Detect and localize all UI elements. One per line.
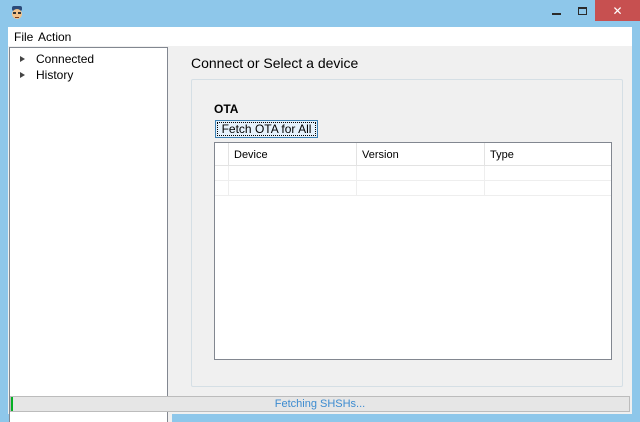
app-window: ✕ File Action Connected History Connect … (0, 0, 640, 422)
fetch-ota-button[interactable]: Fetch OTA for All (215, 120, 318, 138)
close-icon: ✕ (612, 3, 623, 18)
column-header-version[interactable]: Version (356, 143, 484, 166)
tree-node-history[interactable]: History (20, 67, 73, 83)
title-bar[interactable]: ✕ (0, 0, 640, 27)
triangle-right-icon[interactable] (20, 72, 25, 78)
client-area: File Action Connected History Connect or… (8, 27, 632, 422)
close-button[interactable]: ✕ (595, 0, 640, 21)
ota-label: OTA (214, 102, 239, 116)
minimize-button[interactable] (543, 0, 569, 21)
menu-file[interactable]: File (14, 30, 33, 44)
table-row[interactable] (215, 166, 611, 181)
app-icon[interactable] (9, 5, 25, 21)
triangle-right-icon[interactable] (20, 56, 25, 62)
status-text: Fetching SHSHs... (274, 398, 366, 410)
grid-cell[interactable] (484, 166, 611, 181)
minimize-icon (551, 12, 561, 15)
column-header-device[interactable]: Device (228, 143, 356, 166)
menu-action[interactable]: Action (38, 30, 71, 44)
grid-cell[interactable] (228, 181, 356, 196)
menu-bar: File Action (8, 27, 632, 46)
pane-splitter[interactable] (168, 47, 172, 422)
tree-node-connected[interactable]: Connected (20, 51, 94, 67)
grid-cell[interactable] (228, 166, 356, 181)
ota-grid[interactable]: Device Version Type (214, 142, 612, 360)
grid-cell[interactable] (356, 166, 484, 181)
grid-header: Device Version Type (215, 143, 611, 166)
tree-node-label: Connected (36, 52, 95, 66)
row-header-corner[interactable] (215, 143, 229, 166)
grid-cell[interactable] (356, 181, 484, 196)
status-progress-bar: Fetching SHSHs... (10, 396, 630, 412)
column-header-type[interactable]: Type (484, 143, 611, 166)
table-row[interactable] (215, 181, 611, 196)
tree-node-label: History (36, 68, 74, 82)
grid-cell[interactable] (484, 181, 611, 196)
device-tree[interactable]: Connected History (9, 47, 168, 422)
panel-title: Connect or Select a device (191, 55, 359, 71)
maximize-icon (577, 6, 587, 15)
maximize-button[interactable] (569, 0, 595, 21)
